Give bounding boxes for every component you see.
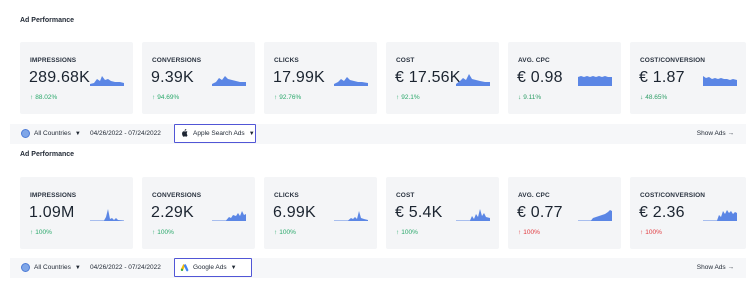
section-title: Ad Performance xyxy=(20,151,75,158)
metric-card-avg-cpc: AVG. CPC € 0.98 ↓ 9.11% xyxy=(508,42,621,114)
metric-card-cost: COST € 17.56K ↑ 92.1% xyxy=(386,42,499,114)
metric-change: ↑ 88.02% xyxy=(30,94,58,101)
caret-down-icon: ▼ xyxy=(74,265,81,271)
arrow-up-icon: ↑ xyxy=(274,94,278,101)
metric-change: ↓ 9.11% xyxy=(518,94,542,101)
metric-label: COST/CONVERSION xyxy=(640,192,706,199)
arrow-down-icon: ↓ xyxy=(518,94,522,101)
metric-change: ↑ 100% xyxy=(518,229,540,236)
metric-label: CONVERSIONS xyxy=(152,57,202,64)
date-range-picker[interactable]: 04/26/2022 - 07/24/2022 xyxy=(90,264,161,271)
platform-dropdown[interactable]: Google Ads ▼ xyxy=(174,258,252,277)
google-ads-icon xyxy=(180,264,189,272)
metric-label: CLICKS xyxy=(274,57,299,64)
caret-down-icon: ▼ xyxy=(248,131,255,137)
metric-change: ↑ 100% xyxy=(396,229,418,236)
sparkline-chart xyxy=(703,76,737,86)
globe-icon xyxy=(21,129,30,138)
metric-change: ↑ 100% xyxy=(640,229,662,236)
metric-label: CONVERSIONS xyxy=(152,192,202,199)
metric-label: IMPRESSIONS xyxy=(30,192,77,199)
metric-value: 9.39K xyxy=(151,69,194,86)
apple-icon xyxy=(182,129,188,137)
metric-label: AVG. CPC xyxy=(518,192,550,199)
caret-down-icon: ▼ xyxy=(230,265,237,271)
metric-card-clicks: CLICKS 6.99K ↑ 100% xyxy=(264,177,377,249)
platform-name: Apple Search Ads ▼ xyxy=(193,130,255,137)
metric-label: IMPRESSIONS xyxy=(30,57,77,64)
metric-cards: IMPRESSIONS 289.68K ↑ 88.02% CONVERSIONS … xyxy=(20,42,746,114)
metric-card-cost: COST € 5.4K ↑ 100% xyxy=(386,177,499,249)
metric-change: ↑ 92.1% xyxy=(396,94,420,101)
metric-change: ↑ 100% xyxy=(30,229,52,236)
metric-value: 1.09M xyxy=(29,204,75,221)
metric-value: 289.68K xyxy=(29,69,91,86)
sparkline-chart xyxy=(578,210,612,221)
metric-value: € 0.98 xyxy=(517,69,563,86)
metric-value: 17.99K xyxy=(273,69,325,86)
filter-toolbar: All Countries ▼ 04/26/2022 - 07/24/2022 G… xyxy=(10,258,746,278)
arrow-up-icon: ↑ xyxy=(396,229,400,236)
arrow-up-icon: ↑ xyxy=(274,229,278,236)
date-range-picker[interactable]: 04/26/2022 - 07/24/2022 xyxy=(90,130,161,137)
metric-value: € 17.56K xyxy=(395,69,461,86)
sparkline-chart xyxy=(212,76,246,86)
metric-label: COST xyxy=(396,57,415,64)
arrow-up-icon: ↑ xyxy=(30,94,34,101)
metric-value: € 2.36 xyxy=(639,204,685,221)
metric-card-cost-per-conversion: COST/CONVERSION € 2.36 ↑ 100% xyxy=(630,177,746,249)
metric-value: € 0.77 xyxy=(517,204,563,221)
metric-cards: IMPRESSIONS 1.09M ↑ 100% CONVERSIONS 2.29… xyxy=(20,177,746,249)
sparkline-chart xyxy=(334,211,368,221)
arrow-up-icon: ↑ xyxy=(152,229,156,236)
metric-label: COST/CONVERSION xyxy=(640,57,706,64)
arrow-up-icon: ↑ xyxy=(518,229,522,236)
sparkline-chart xyxy=(456,209,490,221)
metric-card-impressions: IMPRESSIONS 289.68K ↑ 88.02% xyxy=(20,42,133,114)
arrow-up-icon: ↑ xyxy=(30,229,34,236)
globe-icon xyxy=(21,263,30,272)
section-title: Ad Performance xyxy=(20,17,75,24)
metric-value: € 5.4K xyxy=(395,204,443,221)
arrow-right-icon: → xyxy=(727,264,735,271)
country-filter-dropdown[interactable]: All Countries ▼ xyxy=(34,264,81,271)
metric-change: ↓ 48.65% xyxy=(640,94,668,101)
sparkline-chart xyxy=(90,209,124,221)
arrow-up-icon: ↑ xyxy=(640,229,644,236)
sparkline-chart xyxy=(212,211,246,221)
metric-label: AVG. CPC xyxy=(518,57,550,64)
metric-value: 6.99K xyxy=(273,204,316,221)
metric-label: CLICKS xyxy=(274,192,299,199)
arrow-right-icon: → xyxy=(727,130,735,137)
platform-dropdown[interactable]: Apple Search Ads ▼ xyxy=(174,124,256,143)
metric-card-cost-per-conversion: COST/CONVERSION € 1.87 ↓ 48.65% xyxy=(630,42,746,114)
sparkline-chart xyxy=(90,76,124,86)
filter-toolbar: All Countries ▼ 04/26/2022 - 07/24/2022 A… xyxy=(10,124,746,144)
show-ads-link[interactable]: Show Ads → xyxy=(697,130,734,137)
metric-change: ↑ 100% xyxy=(152,229,174,236)
metric-card-avg-cpc: AVG. CPC € 0.77 ↑ 100% xyxy=(508,177,621,249)
arrow-down-icon: ↓ xyxy=(640,94,644,101)
platform-name: Google Ads ▼ xyxy=(193,264,237,271)
metric-change: ↑ 92.76% xyxy=(274,94,302,101)
metric-card-clicks: CLICKS 17.99K ↑ 92.76% xyxy=(264,42,377,114)
metric-card-impressions: IMPRESSIONS 1.09M ↑ 100% xyxy=(20,177,133,249)
sparkline-chart xyxy=(703,210,737,221)
metric-card-conversions: CONVERSIONS 2.29K ↑ 100% xyxy=(142,177,255,249)
show-ads-link[interactable]: Show Ads → xyxy=(697,264,734,271)
sparkline-chart xyxy=(456,74,490,86)
sparkline-chart xyxy=(334,77,368,86)
country-filter-dropdown[interactable]: All Countries ▼ xyxy=(34,130,81,137)
metric-change: ↑ 100% xyxy=(274,229,296,236)
metric-card-conversions: CONVERSIONS 9.39K ↑ 94.69% xyxy=(142,42,255,114)
metric-label: COST xyxy=(396,192,415,199)
metric-value: € 1.87 xyxy=(639,69,685,86)
metric-value: 2.29K xyxy=(151,204,194,221)
sparkline-chart xyxy=(578,76,612,86)
caret-down-icon: ▼ xyxy=(74,131,81,137)
arrow-up-icon: ↑ xyxy=(396,94,400,101)
metric-change: ↑ 94.69% xyxy=(152,94,180,101)
arrow-up-icon: ↑ xyxy=(152,94,156,101)
